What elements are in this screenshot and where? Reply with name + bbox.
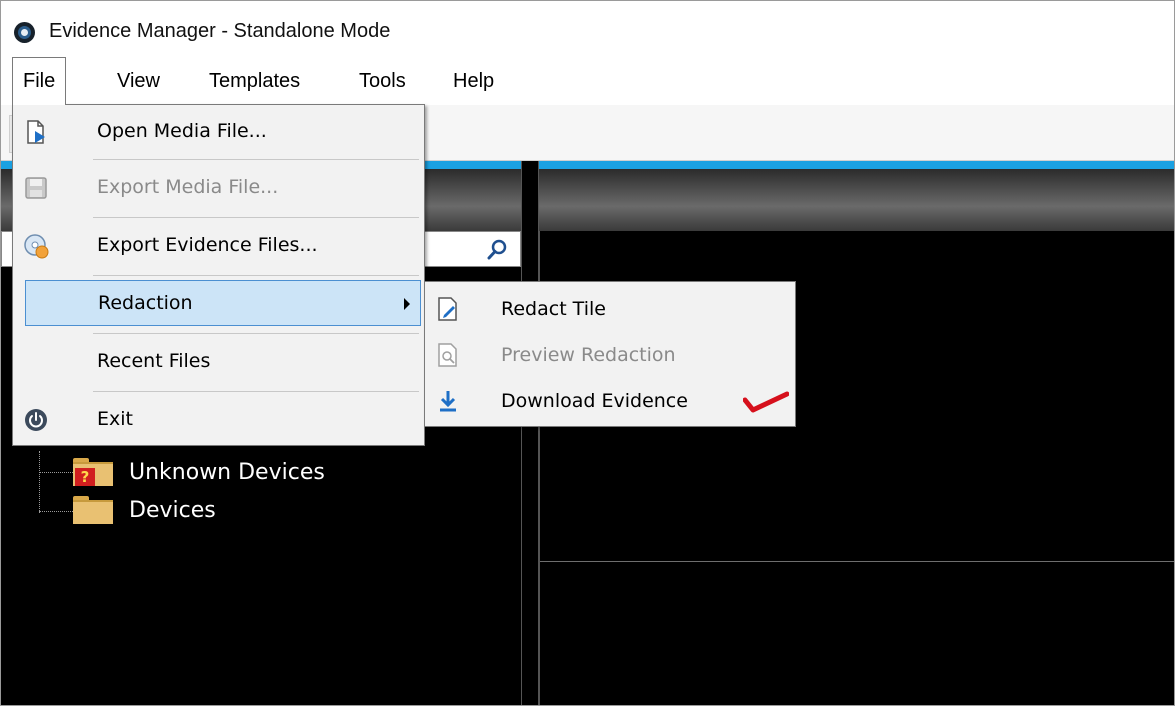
menu-item-export-media-file[interactable]: Export Media File... [13,163,424,213]
menu-item-label: Export Evidence Files... [97,234,318,256]
viewer-divider [540,561,1174,562]
tree-item-unknown-devices[interactable]: ? Unknown Devices [73,457,325,487]
menu-separator [93,159,419,160]
unknown-folder-icon: ? [73,458,113,486]
menu-item-preview-redaction[interactable]: Preview Redaction [425,332,795,378]
title-bar: Evidence Manager - Standalone Mode [1,1,1174,57]
preview-magnifier-icon [438,343,457,367]
search-icon[interactable] [486,237,510,261]
menu-separator [93,217,419,218]
menu-item-label: Download Evidence [501,390,688,412]
menu-item-label: Redact Tile [501,298,606,320]
tree-item-devices[interactable]: Devices [73,495,216,525]
submenu-arrow-icon [404,298,410,310]
menu-templates[interactable]: Templates [209,57,300,105]
panel-splitter[interactable] [521,161,539,705]
right-panel-header [539,169,1174,231]
menu-item-recent-files[interactable]: Recent Files [13,337,424,387]
folder-icon [73,496,113,524]
download-arrow-icon [440,391,456,412]
red-check-mark-icon [743,391,789,413]
menu-item-label: Recent Files [97,350,211,372]
menu-bar: File View Templates Tools Help [1,57,1174,105]
tree-connector [39,511,73,512]
redact-pen-icon [438,297,457,321]
menu-separator [93,391,419,392]
menu-item-label: Export Media File... [97,176,279,198]
app-window: Evidence Manager - Standalone Mode File … [0,0,1175,706]
menu-file[interactable]: File [12,57,67,105]
menu-item-exit[interactable]: Exit [13,395,424,445]
power-icon [25,409,47,431]
menu-item-redact-tile[interactable]: Redact Tile [425,286,795,332]
right-panel-accent [539,161,1174,169]
menu-item-open-media-file[interactable]: Open Media File... [13,107,424,157]
tree-item-label: Devices [129,497,216,523]
menu-view[interactable]: View [117,57,160,105]
file-menu-dropdown: Open Media File... Export Media File... … [12,104,425,446]
menu-help[interactable]: Help [453,57,494,105]
save-disk-icon [25,177,47,199]
disc-export-icon [24,234,49,259]
menu-item-label: Preview Redaction [501,344,676,366]
menu-item-download-evidence[interactable]: Download Evidence [425,378,795,424]
tree-connector [39,472,73,473]
menu-separator [93,333,419,334]
menu-item-label: Exit [97,408,133,430]
tree-item-label: Unknown Devices [129,459,325,485]
menu-item-label: Redaction [98,292,193,314]
open-media-icon [27,120,45,144]
tree-connector [39,451,40,513]
menu-item-redaction[interactable]: Redaction [25,280,421,326]
menu-tools[interactable]: Tools [359,57,406,105]
window-title: Evidence Manager - Standalone Mode [49,20,391,42]
app-logo-icon [14,22,35,43]
menu-item-label: Open Media File... [97,120,267,142]
redaction-submenu: Redact Tile Preview Redaction Download E… [424,281,796,427]
menu-item-export-evidence-files[interactable]: Export Evidence Files... [13,221,424,271]
menu-separator [93,275,419,276]
